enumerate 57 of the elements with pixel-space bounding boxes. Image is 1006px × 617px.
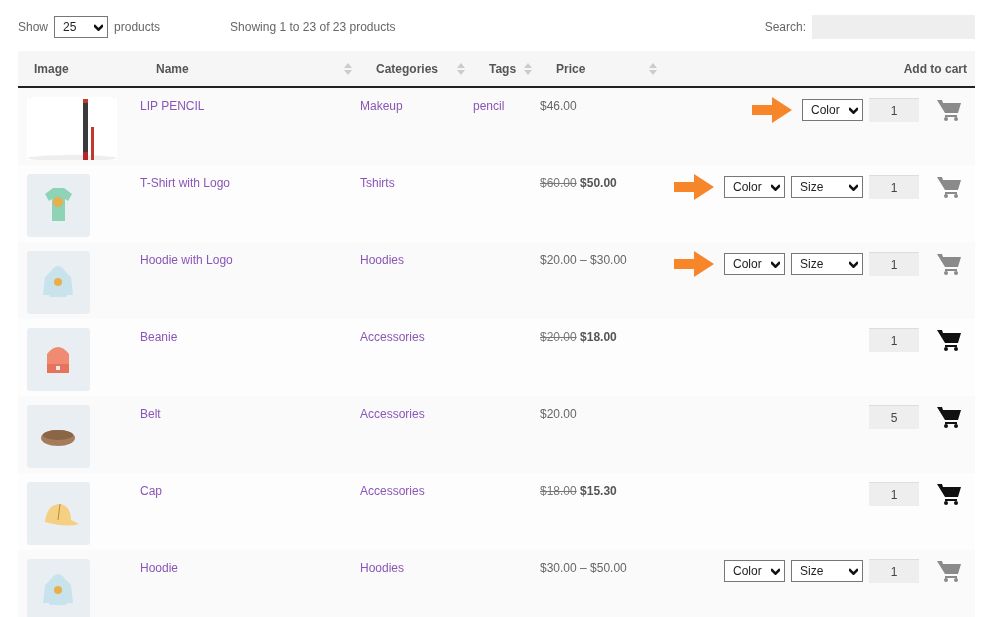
cart-icon[interactable] <box>937 483 961 505</box>
product-name-link[interactable]: T-Shirt with Logo <box>140 174 231 190</box>
chevron-icon <box>849 106 858 114</box>
cart-icon[interactable] <box>937 406 961 428</box>
chevron-icon <box>771 183 780 191</box>
show-label: Show <box>18 20 49 34</box>
category-link[interactable]: Accessories <box>360 482 425 498</box>
quantity-field[interactable]: 1 <box>869 252 919 276</box>
quantity-field[interactable]: 1 <box>869 175 919 199</box>
chevron-icon <box>771 260 780 268</box>
category-link[interactable]: Hoodies <box>360 251 405 267</box>
quantity-field[interactable]: 5 <box>869 405 919 429</box>
chevron-icon <box>94 23 104 31</box>
price: $46.00 <box>540 98 577 113</box>
chevron-icon <box>849 183 858 191</box>
cart-icon[interactable] <box>937 329 961 351</box>
category-link[interactable]: Makeup <box>360 97 403 113</box>
quantity-field[interactable]: 1 <box>869 328 919 352</box>
chevron-icon <box>771 567 780 575</box>
products-label: products <box>114 20 161 34</box>
column-header: Image <box>34 61 69 76</box>
quantity-field[interactable]: 1 <box>869 559 919 583</box>
column-header[interactable]: Name <box>156 61 189 76</box>
category-link[interactable]: Hoodies <box>360 559 405 575</box>
category-link[interactable]: Accessories <box>360 328 425 344</box>
option-select[interactable]: Color <box>724 253 785 275</box>
option-select[interactable]: Color <box>724 560 785 582</box>
quantity-field[interactable]: 1 <box>869 98 919 122</box>
chevron-icon <box>849 260 858 268</box>
quantity-field[interactable]: 1 <box>869 482 919 506</box>
price: $20.00 – $30.00 <box>540 252 627 267</box>
sale-price: $18.00 $15.30 <box>540 483 617 498</box>
search-label: Search: <box>764 20 806 34</box>
sale-price: $20.00 $18.00 <box>540 329 617 344</box>
tag-link[interactable]: pencil <box>473 97 505 113</box>
product-name-link[interactable]: LIP PENCIL <box>140 97 205 113</box>
column-header[interactable]: Tags <box>489 61 517 76</box>
option-select[interactable]: Size <box>791 253 863 275</box>
product-name-link[interactable]: Beanie <box>140 328 178 344</box>
column-header: Add to cart <box>903 61 967 76</box>
category-link[interactable]: Tshirts <box>360 174 395 190</box>
option-select[interactable]: Color <box>802 99 863 121</box>
price: $20.00 <box>540 406 577 421</box>
product-name-link[interactable]: Hoodie <box>140 559 179 575</box>
price: $30.00 – $50.00 <box>540 560 627 575</box>
chevron-icon <box>849 567 858 575</box>
option-select[interactable]: Size <box>791 176 863 198</box>
table-info: Showing 1 to 23 of 23 products <box>230 20 396 34</box>
option-select[interactable]: Size <box>791 560 863 582</box>
column-header[interactable]: Price <box>556 61 586 76</box>
sale-price: $60.00 $50.00 <box>540 175 617 190</box>
option-select[interactable]: Color <box>724 176 785 198</box>
category-link[interactable]: Accessories <box>360 405 425 421</box>
product-name-link[interactable]: Cap <box>140 482 162 498</box>
product-name-link[interactable]: Hoodie with Logo <box>140 251 233 267</box>
product-name-link[interactable]: Belt <box>140 405 161 421</box>
page-length-select[interactable]: 25 <box>54 16 109 38</box>
